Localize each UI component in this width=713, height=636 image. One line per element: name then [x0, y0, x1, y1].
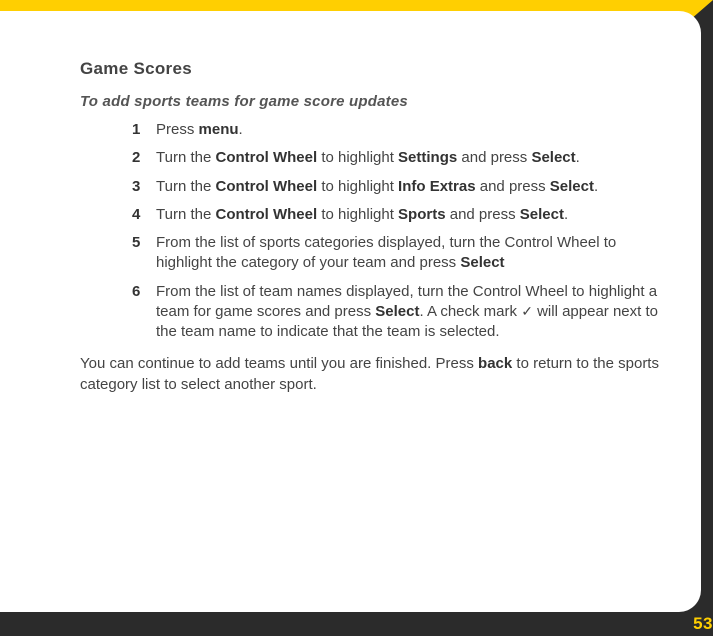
- closing-paragraph: You can continue to add teams until you …: [80, 354, 661, 395]
- document-page: Game Scores To add sports teams for game…: [0, 11, 701, 612]
- instruction-step: 1 Press menu.: [132, 120, 661, 140]
- step-number: 1: [132, 120, 140, 140]
- section-heading: Game Scores: [80, 59, 661, 79]
- instruction-step: 2 Turn the Control Wheel to highlight Se…: [132, 148, 661, 168]
- instruction-step: 3 Turn the Control Wheel to highlight In…: [132, 177, 661, 197]
- step-text: Turn the Control Wheel to highlight Info…: [156, 178, 598, 195]
- step-text: From the list of team names displayed, t…: [156, 283, 658, 341]
- page-number: 53: [693, 614, 713, 634]
- instruction-step: 6 From the list of team names displayed,…: [132, 282, 661, 343]
- step-number: 3: [132, 177, 140, 197]
- instruction-step: 5 From the list of sports categories dis…: [132, 233, 661, 274]
- step-number: 4: [132, 205, 140, 225]
- step-text: From the list of sports categories displ…: [156, 234, 616, 271]
- step-text: Press menu.: [156, 121, 243, 138]
- footer-band: [0, 612, 713, 636]
- section-subheading: To add sports teams for game score updat…: [80, 93, 661, 110]
- step-number: 2: [132, 148, 140, 168]
- instruction-step: 4 Turn the Control Wheel to highlight Sp…: [132, 205, 661, 225]
- step-number: 6: [132, 282, 140, 302]
- instruction-list: 1 Press menu. 2 Turn the Control Wheel t…: [80, 120, 661, 342]
- step-text: Turn the Control Wheel to highlight Sett…: [156, 149, 580, 166]
- step-text: Turn the Control Wheel to highlight Spor…: [156, 206, 568, 223]
- step-number: 5: [132, 233, 140, 253]
